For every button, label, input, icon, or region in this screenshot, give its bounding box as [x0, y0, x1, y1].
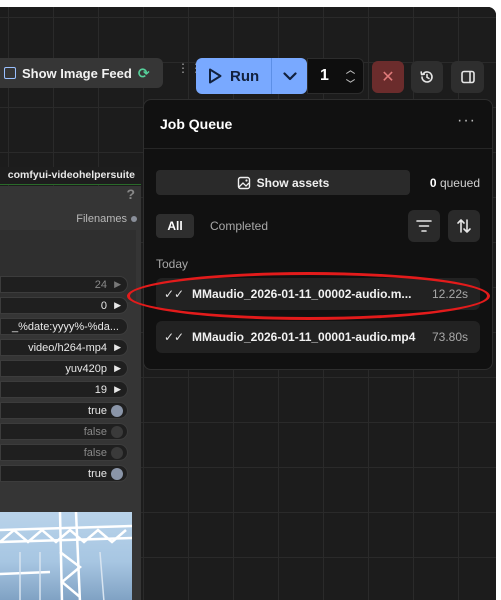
toggle-knob[interactable] — [111, 405, 123, 417]
toggle-panel-button[interactable] — [451, 61, 484, 93]
arrow-right-icon[interactable]: ▶ — [114, 363, 121, 374]
chevron-down-icon[interactable]: ﹀ — [346, 77, 355, 91]
video-preview-thumbnail — [0, 512, 132, 600]
run-button[interactable]: Run — [196, 58, 272, 94]
show-assets-button[interactable]: Show assets — [156, 170, 410, 195]
format-widget[interactable]: video/h264-mp4 ▶ — [0, 339, 128, 356]
arrow-right-icon[interactable]: ▶ — [114, 300, 121, 311]
toggle-widget[interactable]: true — [0, 465, 128, 482]
sort-icon — [457, 219, 471, 233]
widget-value: yuv420p — [65, 362, 107, 375]
image-icon — [237, 176, 250, 189]
queue-history-button[interactable] — [411, 61, 443, 93]
history-icon — [420, 71, 433, 83]
toggle-value: false — [83, 425, 107, 438]
more-options-icon[interactable]: ··· — [457, 112, 476, 130]
widget-value: 19 — [94, 383, 107, 396]
toggle-widget[interactable]: true — [0, 402, 128, 419]
job-list-item[interactable]: ✓✓ MMaudio_2026-01-11_00002-audio.m... 1… — [156, 278, 480, 310]
video-combine-node[interactable]: comfyui-videohelpersuite ? Filenames 24 … — [0, 167, 141, 600]
filter-icon — [416, 220, 432, 232]
widget-value: video/h264-mp4 — [28, 341, 107, 354]
queued-status: 0 queued — [430, 176, 480, 190]
job-queue-title: Job Queue — [160, 116, 233, 132]
arrow-right-icon[interactable]: ▶ — [114, 342, 121, 353]
job-name: MMaudio_2026-01-11_00002-audio.m... — [192, 287, 412, 301]
widget-value: _%date:yyyy%-%da... — [12, 320, 119, 333]
batch-count-stepper[interactable]: ︿ ﹀ — [346, 63, 355, 91]
toggle-knob[interactable] — [111, 468, 123, 480]
toggle-value: true — [88, 404, 107, 417]
sort-button[interactable] — [448, 210, 480, 242]
group-label-today: Today — [156, 257, 189, 271]
drag-handle-icon[interactable]: ⋮⋮ — [177, 62, 202, 79]
done-check-icon: ✓✓ — [164, 330, 185, 344]
widget-value: 0 — [100, 299, 107, 312]
toggle-value: true — [88, 467, 107, 480]
close-icon: ✕ — [381, 69, 395, 86]
job-name: MMaudio_2026-01-11_00001-audio.mp4 — [192, 330, 416, 344]
queued-suffix: queued — [439, 176, 480, 190]
image-icon — [4, 67, 16, 79]
arrow-right-icon[interactable]: ▶ — [114, 384, 121, 395]
sidebar-panel-icon — [460, 70, 475, 84]
toggle-value: false — [83, 446, 107, 459]
filter-button[interactable] — [408, 210, 440, 242]
pix-fmt-widget[interactable]: yuv420p ▶ — [0, 360, 128, 377]
output-slot-dot[interactable] — [131, 216, 137, 222]
node-title: comfyui-videohelpersuite — [0, 167, 141, 185]
job-duration: 12.22s — [431, 287, 468, 301]
app-frame: Show Image Feed ⟳ ⋮⋮ Run 1 ︿ ﹀ ✕ comfyui… — [0, 7, 496, 600]
refresh-icon: ⟳ — [137, 64, 150, 81]
output-slot-label: Filenames — [76, 213, 127, 225]
toggle-widget[interactable]: false — [0, 444, 128, 461]
help-icon[interactable]: ? — [126, 186, 135, 202]
toggle-knob[interactable] — [111, 426, 123, 438]
run-options-button[interactable] — [272, 71, 307, 81]
run-button-group: Run — [196, 58, 307, 94]
chevron-up-icon[interactable]: ︿ — [346, 63, 355, 77]
batch-count-input[interactable]: 1 ︿ ﹀ — [307, 58, 364, 94]
cancel-run-button[interactable]: ✕ — [372, 61, 404, 93]
frame-rate-widget[interactable]: 24 ▶ — [0, 276, 128, 293]
batch-count-value: 1 — [320, 67, 329, 84]
job-list-item[interactable]: ✓✓ MMaudio_2026-01-11_00001-audio.mp4 73… — [156, 321, 480, 353]
chevron-down-icon — [282, 71, 297, 80]
done-check-icon: ✓✓ — [164, 287, 185, 301]
queued-count: 0 — [429, 176, 437, 190]
show-assets-label: Show assets — [256, 175, 330, 190]
job-duration: 73.80s — [431, 330, 468, 344]
top-action-bar: Show Image Feed ⟳ ⋮⋮ Run 1 ︿ ﹀ ✕ — [0, 47, 496, 95]
job-queue-panel: Job Queue ··· Show assets 0 queued All C… — [143, 99, 493, 370]
show-image-feed-button[interactable]: Show Image Feed ⟳ — [0, 58, 163, 88]
widget-value: 24 — [94, 278, 107, 291]
tab-all[interactable]: All — [156, 214, 194, 238]
tab-completed[interactable]: Completed — [210, 219, 268, 233]
filename-prefix-widget[interactable]: _%date:yyyy%-%da... — [0, 318, 128, 335]
toggle-widget[interactable]: false — [0, 423, 128, 440]
arrow-right-icon[interactable]: ▶ — [114, 279, 121, 290]
divider — [144, 148, 492, 149]
crf-widget[interactable]: 19 ▶ — [0, 381, 128, 398]
output-slot-filenames[interactable]: Filenames — [76, 213, 137, 225]
play-icon — [209, 68, 222, 84]
structure-preview-image — [0, 512, 132, 600]
toggle-knob[interactable] — [111, 447, 123, 459]
loop-count-widget[interactable]: 0 ▶ — [0, 297, 128, 314]
run-label: Run — [230, 67, 260, 85]
show-image-feed-label: Show Image Feed — [22, 65, 132, 81]
